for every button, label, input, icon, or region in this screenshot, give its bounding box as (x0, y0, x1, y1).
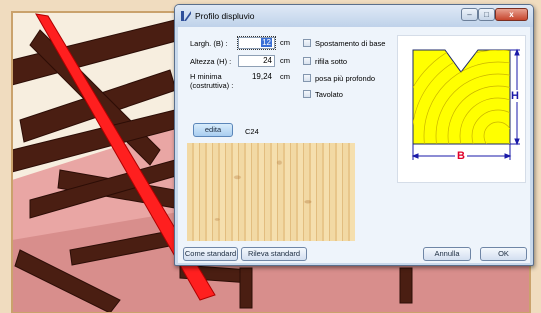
detect-standard-button[interactable]: Rileva standard (241, 247, 307, 261)
ok-button[interactable]: OK (480, 247, 527, 261)
height-label: Altezza (H) : (190, 57, 232, 66)
profile-dialog: Profilo displuvio – □ x Largh. (B) : 12 … (174, 4, 534, 266)
min-height-value: 19,24 (238, 71, 275, 83)
lay-deeper-label: posa più profondo (315, 74, 376, 83)
min-height-label: H minima (190, 72, 222, 81)
boarding-label: Tavolato (315, 90, 343, 99)
window-title: Profilo displuvio (195, 11, 255, 21)
title-bar[interactable]: Profilo displuvio – □ x (175, 5, 533, 27)
lay-deeper-checkbox[interactable] (303, 74, 311, 82)
app-icon (181, 11, 191, 21)
maximize-button[interactable]: □ (478, 8, 495, 21)
height-input[interactable]: 24 (238, 55, 275, 67)
trim-bottom-checkbox[interactable] (303, 57, 311, 65)
minimize-button[interactable]: – (461, 8, 478, 21)
base-shift-checkbox[interactable] (303, 39, 311, 47)
material-name: C24 (245, 127, 259, 136)
min-height-unit: cm (280, 72, 290, 81)
width-input[interactable]: 12 (237, 36, 276, 50)
width-dimension-label: B (455, 150, 467, 162)
width-label: Largh. (B) : (190, 39, 228, 48)
base-shift-label: Spostamento di base (315, 39, 386, 48)
section-preview: B H (397, 35, 526, 183)
close-button[interactable]: x (495, 8, 528, 21)
set-standard-button[interactable]: Come standard (183, 247, 238, 261)
wood-texture-swatch[interactable] (187, 143, 355, 241)
trim-bottom-label: rifila sotto (315, 57, 348, 66)
dialog-content: Largh. (B) : 12 cm Altezza (H) : 24 cm H… (178, 27, 530, 263)
edit-material-button[interactable]: edita (193, 123, 233, 137)
boarding-checkbox[interactable] (303, 90, 311, 98)
width-unit: cm (280, 38, 290, 47)
min-height-label-sub: (costruttiva) : (190, 81, 234, 90)
cancel-button[interactable]: Annulla (423, 247, 471, 261)
height-unit: cm (280, 56, 290, 65)
height-dimension-label: H (511, 90, 519, 102)
